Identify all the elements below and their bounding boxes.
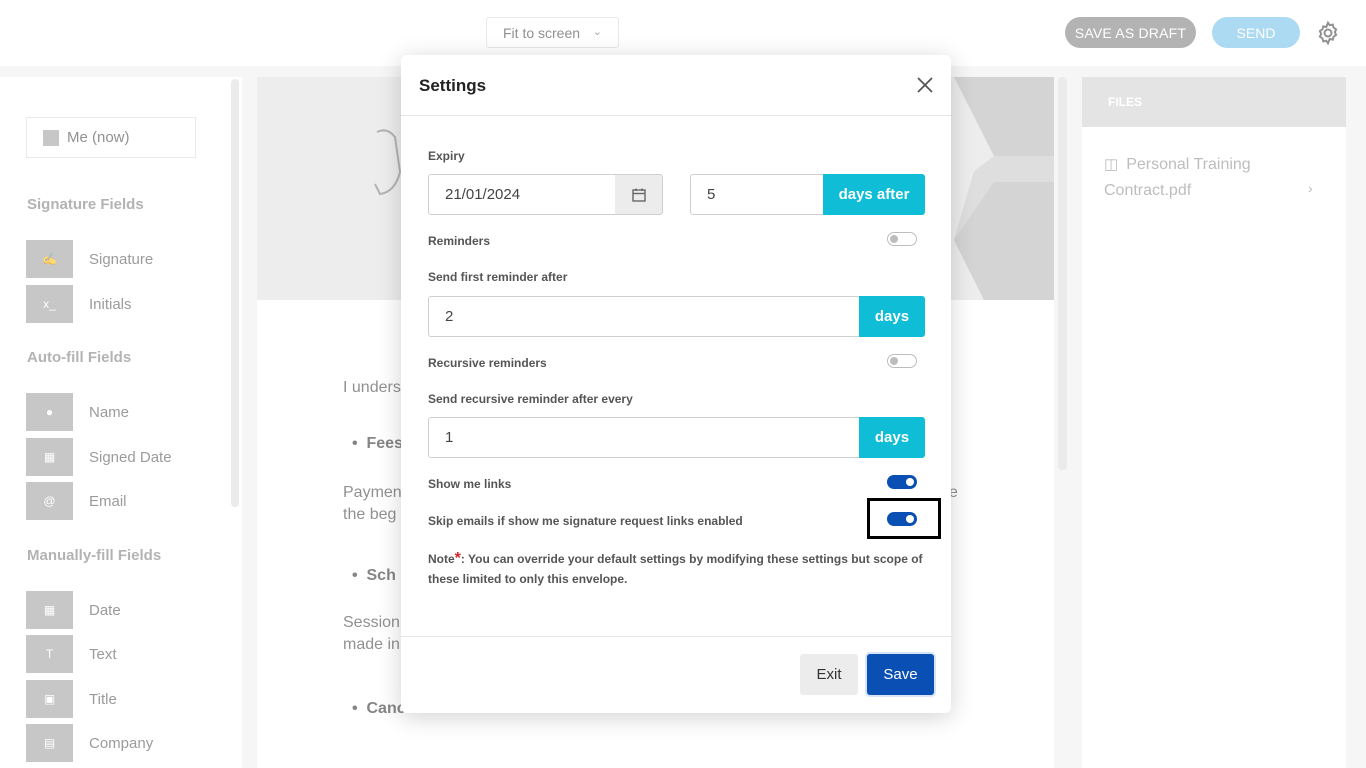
modal-footer-divider bbox=[401, 636, 951, 637]
modal-title: Settings bbox=[419, 76, 487, 95]
calendar-icon bbox=[631, 188, 646, 202]
reminders-label: Reminders bbox=[428, 234, 491, 248]
note-text: : You can override your default settings… bbox=[428, 552, 923, 586]
expiry-days-addon: days after bbox=[823, 174, 925, 215]
expiry-label: Expiry bbox=[428, 149, 465, 163]
recursive-every-addon: days bbox=[859, 417, 925, 458]
settings-modal: Settings Expiry 21/01/2024 5 days after … bbox=[401, 55, 951, 713]
recursive-reminders-label: Recursive reminders bbox=[428, 356, 547, 370]
first-reminder-addon: days bbox=[859, 296, 925, 337]
calendar-button[interactable] bbox=[615, 174, 663, 215]
close-icon[interactable] bbox=[915, 75, 935, 95]
expiry-date-input[interactable]: 21/01/2024 bbox=[428, 174, 616, 215]
settings-note: Note*: You can override your default set… bbox=[428, 549, 928, 589]
recursive-every-label: Send recursive reminder after every bbox=[428, 392, 633, 406]
note-prefix: Note bbox=[428, 552, 455, 566]
skip-emails-label: Skip emails if show me signature request… bbox=[428, 514, 743, 528]
show-links-label: Show me links bbox=[428, 477, 512, 491]
recursive-every-input[interactable]: 1 bbox=[428, 417, 860, 458]
recursive-reminders-toggle[interactable] bbox=[887, 354, 917, 368]
exit-button[interactable]: Exit bbox=[800, 654, 858, 695]
save-button[interactable]: Save bbox=[867, 654, 934, 695]
skip-emails-toggle[interactable] bbox=[887, 512, 917, 526]
show-links-toggle[interactable] bbox=[887, 475, 917, 489]
first-reminder-label: Send first reminder after bbox=[428, 270, 568, 284]
modal-header: Settings bbox=[401, 55, 951, 116]
first-reminder-input[interactable]: 2 bbox=[428, 296, 860, 337]
reminders-toggle[interactable] bbox=[887, 232, 917, 246]
expiry-days-input[interactable]: 5 bbox=[690, 174, 824, 215]
